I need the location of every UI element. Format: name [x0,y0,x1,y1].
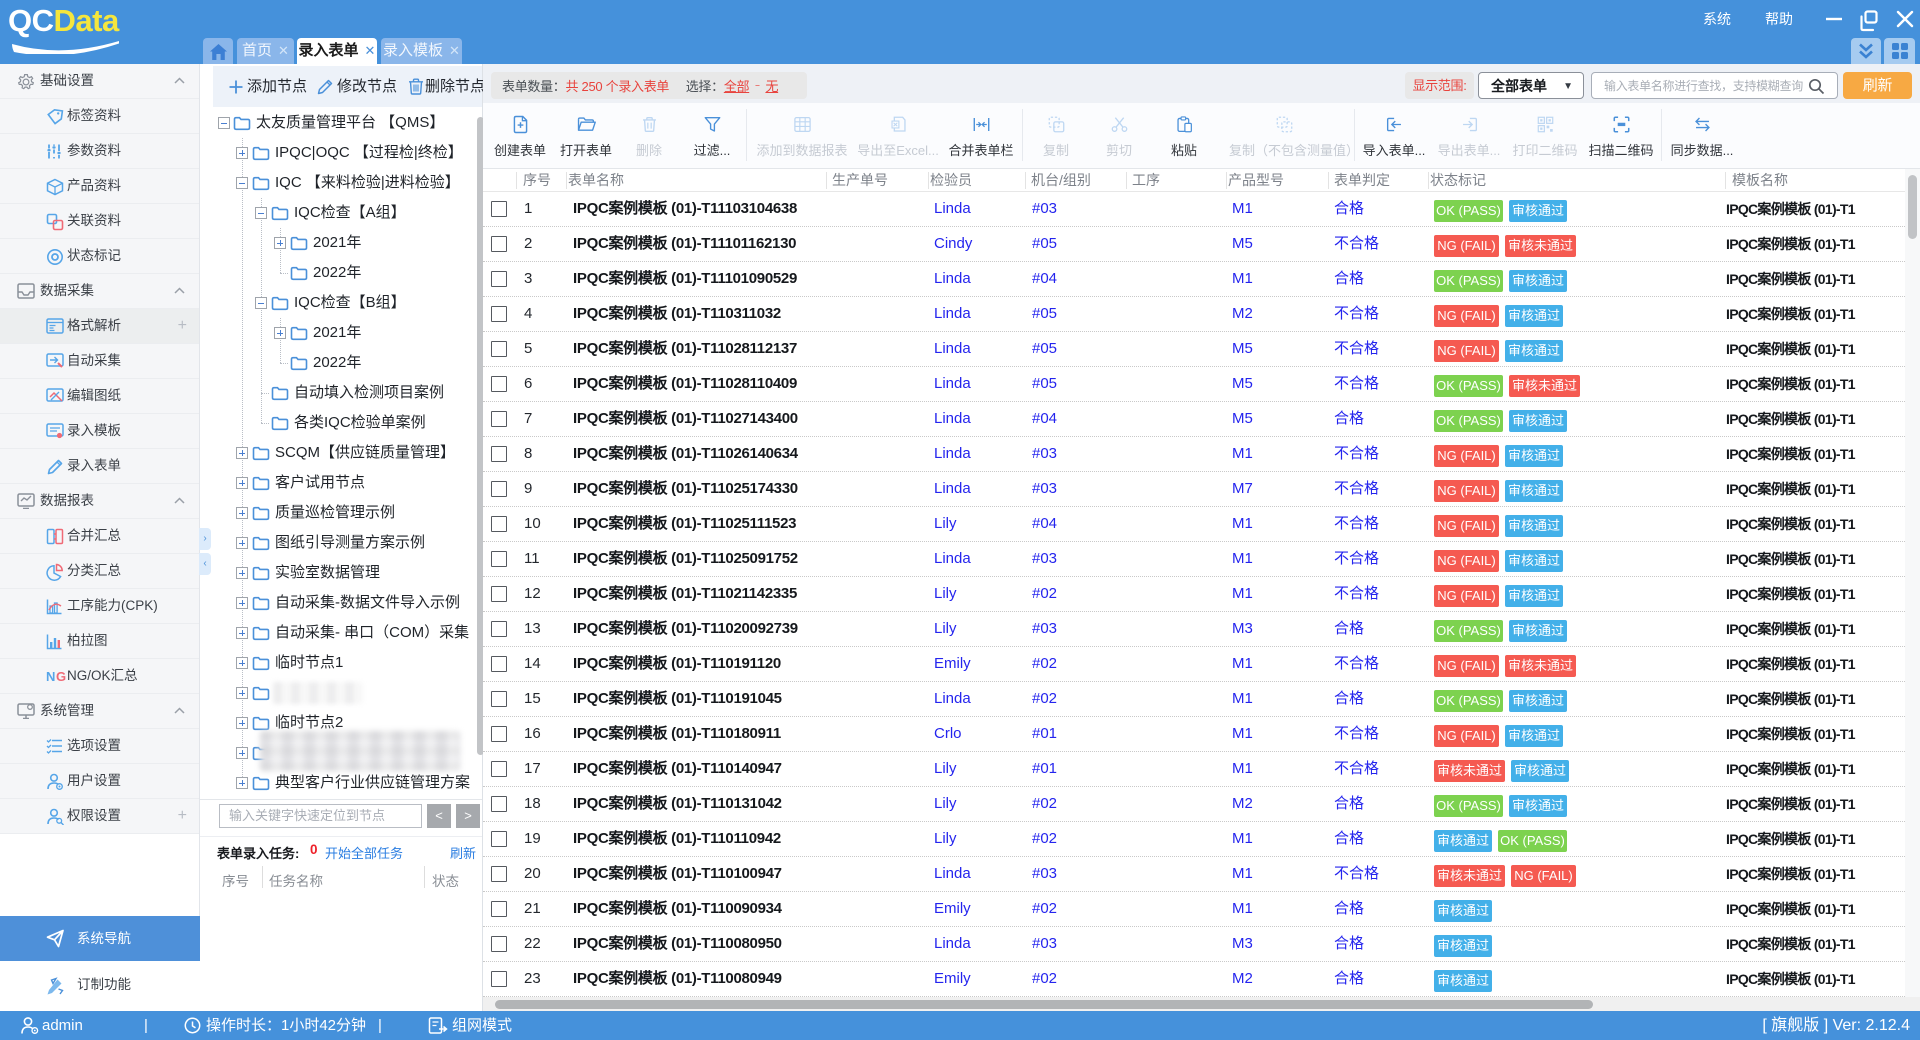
svg-text:G: G [56,669,66,684]
svg-text:N: N [46,669,55,684]
